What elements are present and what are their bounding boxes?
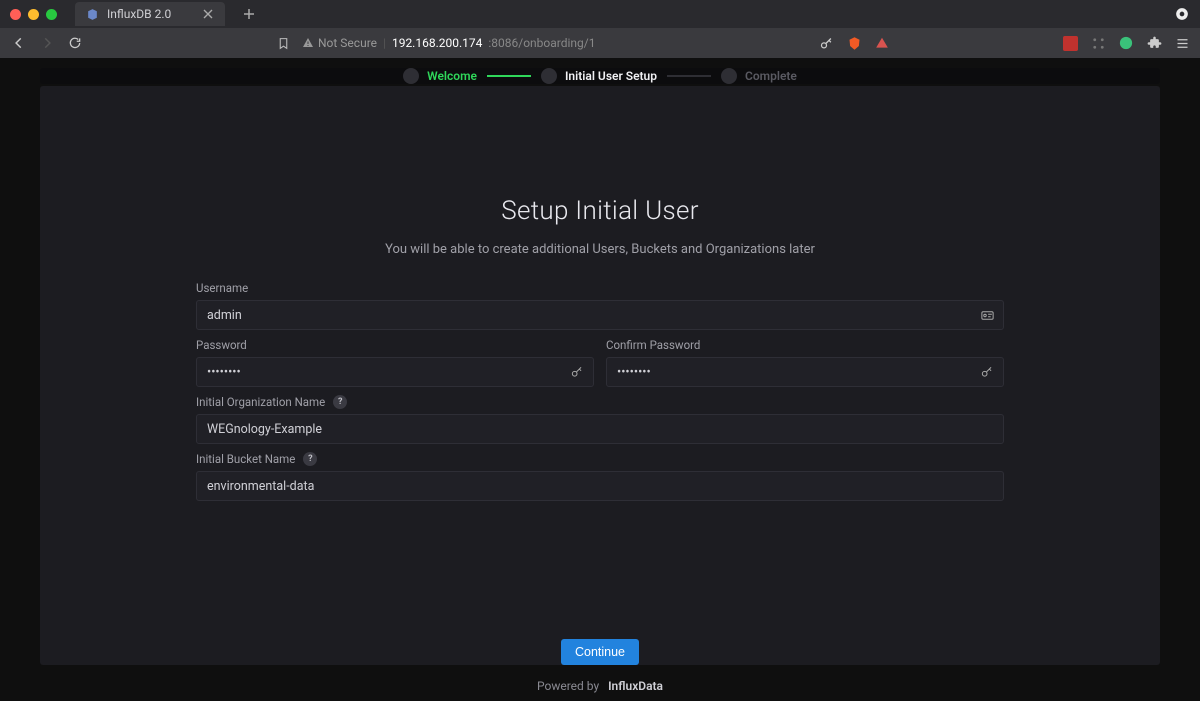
help-icon[interactable]: ? [303, 452, 317, 466]
org-name-group: Initial Organization Name ? [196, 395, 1004, 444]
username-input[interactable] [207, 308, 993, 323]
toolbar-right [818, 35, 1190, 51]
browser-titlebar: InfluxDB 2.0 [0, 0, 1200, 28]
window-maximize-button[interactable] [46, 9, 57, 20]
window-close-button[interactable] [10, 9, 21, 20]
not-secure-label: Not Secure [318, 36, 377, 50]
username-label: Username [196, 281, 1004, 295]
password-label: Password [196, 338, 594, 352]
step-label: Welcome [427, 69, 477, 83]
url-host: 192.168.200.174 [392, 36, 482, 50]
bookmark-icon[interactable] [274, 34, 292, 52]
step-dot-icon [541, 68, 557, 84]
window-controls [10, 9, 57, 20]
forward-button[interactable] [38, 34, 56, 52]
bucket-name-input-wrap[interactable] [196, 471, 1004, 501]
confirm-password-label: Confirm Password [606, 338, 1004, 352]
warning-extension-icon[interactable] [874, 35, 890, 51]
reload-button[interactable] [66, 34, 84, 52]
key-icon[interactable] [818, 35, 834, 51]
step-dot-icon [721, 68, 737, 84]
dots-extension-icon[interactable] [1090, 35, 1106, 51]
menu-icon[interactable] [1174, 35, 1190, 51]
step-complete: Complete [721, 68, 797, 84]
new-tab-button[interactable] [237, 2, 261, 26]
setup-form: Username Password [196, 281, 1004, 509]
password-group: Password [196, 338, 594, 387]
confirm-password-input-wrap[interactable] [606, 357, 1004, 387]
password-input-wrap[interactable] [196, 357, 594, 387]
footer: Powered by InfluxData [40, 665, 1160, 701]
tab-title: InfluxDB 2.0 [107, 7, 171, 21]
warning-icon [302, 37, 314, 49]
address-bar[interactable]: Not Secure | 192.168.200.174 :8086/onboar… [302, 36, 596, 50]
password-key-icon[interactable] [979, 364, 995, 380]
extensions-puzzle-icon[interactable] [1146, 35, 1162, 51]
window-minimize-button[interactable] [28, 9, 39, 20]
username-group: Username [196, 281, 1004, 330]
browser-toolbar: Not Secure | 192.168.200.174 :8086/onboar… [0, 28, 1200, 58]
org-name-input[interactable] [207, 422, 993, 437]
addr-divider: | [383, 36, 386, 50]
password-key-icon[interactable] [569, 364, 585, 380]
password-input[interactable] [207, 365, 583, 380]
main-panel: Setup Initial User You will be able to c… [40, 86, 1160, 665]
close-tab-icon[interactable] [201, 7, 215, 21]
back-button[interactable] [10, 34, 28, 52]
confirm-password-input[interactable] [617, 365, 993, 380]
username-input-wrap[interactable] [196, 300, 1004, 330]
brave-shield-icon[interactable] [846, 35, 862, 51]
red-extension-icon[interactable] [1062, 35, 1078, 51]
org-name-input-wrap[interactable] [196, 414, 1004, 444]
step-dot-icon [403, 68, 419, 84]
influxdata-link[interactable]: InfluxData [608, 679, 663, 693]
browser-tab[interactable]: InfluxDB 2.0 [75, 2, 225, 26]
page-subtitle: You will be able to create additional Us… [385, 242, 815, 257]
bucket-name-input[interactable] [207, 479, 993, 494]
page-container: Welcome Initial User Setup Complete Setu… [0, 58, 1200, 675]
stepper: Welcome Initial User Setup Complete [40, 68, 1160, 84]
step-label: Initial User Setup [565, 69, 657, 83]
green-circle-extension-icon[interactable] [1118, 35, 1134, 51]
powered-by-label: Powered by [537, 679, 599, 693]
bucket-name-label: Initial Bucket Name [196, 452, 295, 466]
step-initial-user-setup[interactable]: Initial User Setup [541, 68, 657, 84]
step-welcome[interactable]: Welcome [403, 68, 477, 84]
not-secure-badge: Not Secure [302, 36, 377, 50]
page-title: Setup Initial User [501, 196, 699, 226]
bucket-name-group: Initial Bucket Name ? [196, 452, 1004, 501]
org-name-label: Initial Organization Name [196, 395, 325, 409]
profile-icon[interactable] [1174, 6, 1190, 22]
help-icon[interactable]: ? [333, 395, 347, 409]
autofill-icon[interactable] [979, 307, 995, 323]
step-connector [487, 75, 531, 77]
confirm-password-group: Confirm Password [606, 338, 1004, 387]
url-path: :8086/onboarding/1 [488, 36, 595, 50]
influxdb-favicon-icon [85, 7, 99, 21]
continue-button[interactable]: Continue [561, 639, 639, 665]
step-label: Complete [745, 69, 797, 83]
step-connector [667, 75, 711, 77]
